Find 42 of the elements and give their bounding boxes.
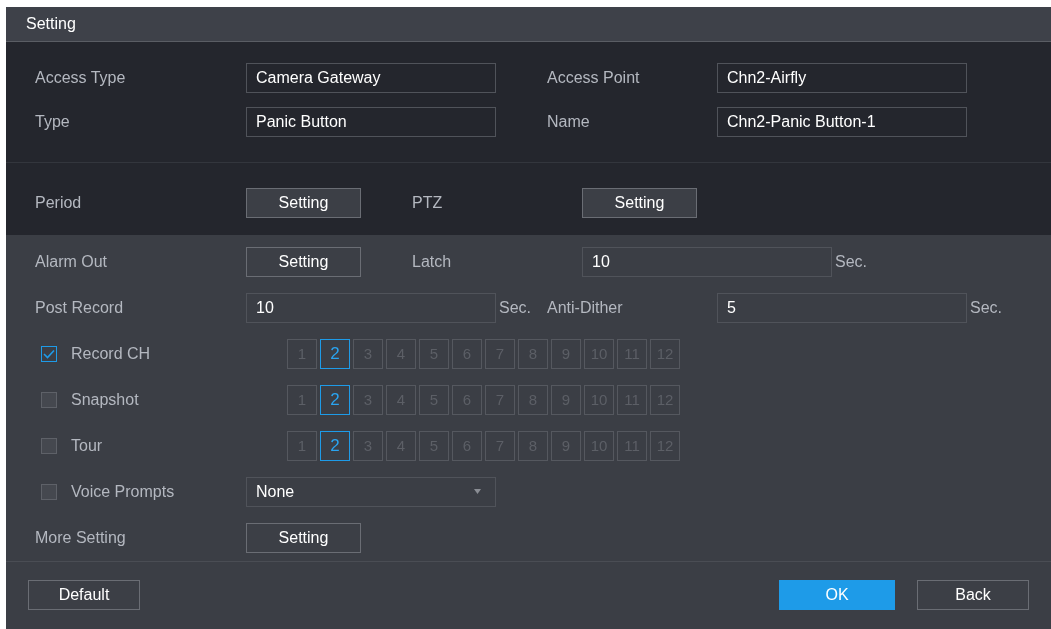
channel-toggle[interactable]: 2 <box>320 338 350 369</box>
dropdown-caret-icon <box>474 489 481 495</box>
field-label: Access Type <box>35 68 127 87</box>
setting-button[interactable]: Setting <box>246 246 361 277</box>
channel-toggle[interactable]: 2 <box>320 384 350 415</box>
checkbox-label: Tour <box>71 436 103 455</box>
dialog-button[interactable]: Default <box>28 580 140 611</box>
input-field[interactable]: Panic Button <box>246 106 496 137</box>
input-field[interactable]: 10 <box>246 292 496 323</box>
input-field[interactable]: Camera Gateway <box>246 62 496 93</box>
field-label: Name <box>547 112 591 131</box>
input-field[interactable]: Chn2-Panic Button-1 <box>717 106 967 137</box>
unit-label: Sec. <box>834 252 868 271</box>
ok-button[interactable]: OK <box>779 580 895 611</box>
checkbox-label: Snapshot <box>71 390 139 409</box>
field-label: Type <box>35 112 71 131</box>
field-label: Access Point <box>547 68 641 87</box>
field-label: Post Record <box>35 298 125 317</box>
checkbox[interactable] <box>41 345 57 362</box>
dropdown[interactable]: None <box>246 476 496 507</box>
setting-button[interactable]: Setting <box>246 522 361 553</box>
channel-toggle[interactable]: 2 <box>320 430 350 461</box>
input-field[interactable]: 5 <box>717 292 967 323</box>
field-label: Latch <box>412 252 453 271</box>
checkbox-label: Record CH <box>71 344 151 363</box>
dialog-button[interactable]: Back <box>917 580 1029 611</box>
field-label: Anti-Dither <box>547 298 624 317</box>
window-title: Setting <box>26 14 76 33</box>
checkbox-label: Voice Prompts <box>71 482 175 501</box>
unit-label: Sec. <box>969 298 1003 317</box>
field-label: Alarm Out <box>35 252 108 271</box>
unit-label: Sec. <box>498 298 532 317</box>
field-label: More Setting <box>35 528 127 547</box>
input-field[interactable]: 10 <box>582 246 832 277</box>
field-label: PTZ <box>412 193 444 212</box>
input-field[interactable]: Chn2-Airfly <box>717 62 967 93</box>
setting-button[interactable]: Setting <box>582 187 697 218</box>
checkbox[interactable] <box>41 391 57 408</box>
checkbox[interactable] <box>41 437 57 454</box>
checkbox[interactable] <box>41 483 57 500</box>
setting-button[interactable]: Setting <box>246 187 361 218</box>
field-label: Period <box>35 193 83 212</box>
